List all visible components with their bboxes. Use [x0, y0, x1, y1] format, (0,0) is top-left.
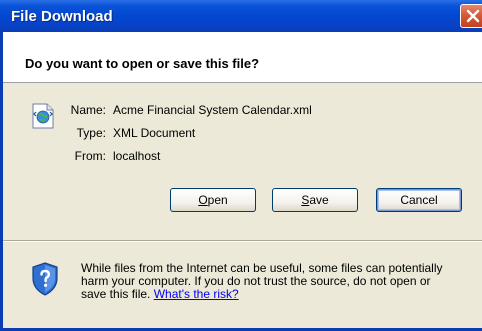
security-shield-icon [32, 262, 58, 296]
file-name-value: Acme Financial System Calendar.xml [113, 103, 312, 117]
dialog-question: Do you want to open or save this file? [25, 56, 260, 71]
open-button[interactable]: Open [170, 188, 256, 212]
window-title: File Download [11, 8, 113, 25]
security-warning-text: While files from the Internet can be use… [81, 262, 476, 301]
close-icon [466, 9, 480, 23]
warning-line-1: While files from the Internet can be use… [81, 261, 443, 275]
name-label: Name: [70, 103, 106, 117]
whats-the-risk-link[interactable]: What's the risk? [154, 287, 239, 301]
title-bar[interactable]: File Download [0, 0, 482, 32]
close-button[interactable] [460, 4, 482, 28]
type-label: Type: [76, 126, 106, 140]
file-type-value: XML Document [113, 126, 196, 140]
separator-highlight [3, 241, 482, 242]
save-button-label: Save [301, 193, 329, 207]
from-label: From: [74, 149, 106, 163]
cancel-button[interactable]: Cancel [376, 188, 462, 212]
cancel-button-label: Cancel [400, 193, 438, 207]
file-download-dialog: File Download Do you want to open or sav… [0, 0, 482, 331]
file-source-value: localhost [113, 149, 161, 163]
save-button[interactable]: Save [272, 188, 358, 212]
warning-line-3: save this file. [81, 287, 151, 301]
open-button-label: Open [198, 193, 228, 207]
warning-line-2: harm your computer. If you do not trust … [81, 274, 431, 288]
